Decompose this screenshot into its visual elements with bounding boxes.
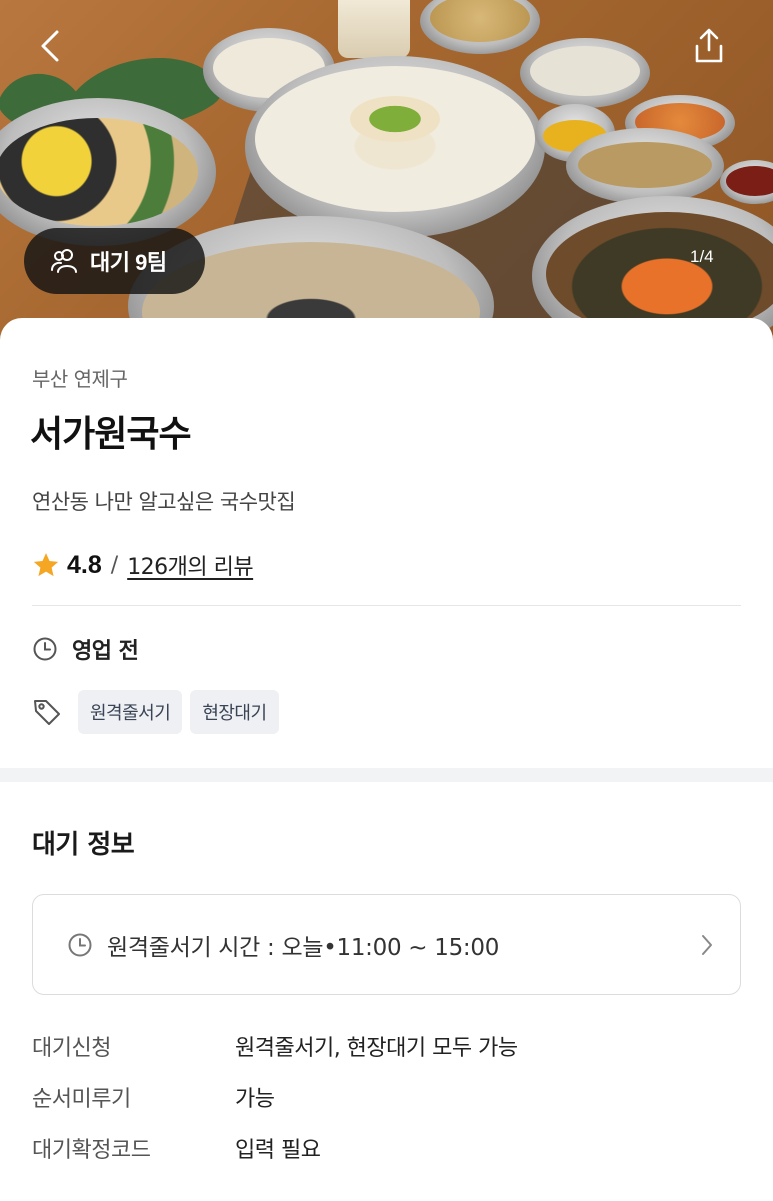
wait-teams-label: 대기 9팀 [90, 250, 167, 275]
service-tags: 원격줄서기 현장대기 [32, 690, 279, 734]
business-status: 영업 전 [32, 633, 139, 665]
rating-score: 4.8 [67, 550, 102, 579]
waiting-info-title: 대기 정보 [32, 830, 135, 860]
share-button[interactable] [688, 24, 730, 68]
section-separator [0, 768, 773, 782]
reviews-link[interactable]: 126개의 리뷰 [127, 549, 253, 581]
remote-queue-time: 원격줄서기 시간 : 오늘•11:00 ~ 15:00 [107, 934, 500, 961]
info-row-postpone: 순서미루기 가능 [32, 1081, 275, 1113]
noodle-side-bowl [520, 38, 650, 108]
back-button[interactable] [30, 26, 70, 66]
red-sauce-dish [720, 160, 773, 204]
rating-row: 4.8 / 126개의 리뷰 [32, 549, 254, 581]
info-key: 대기신청 [32, 1036, 111, 1061]
info-row-confirm-code: 대기확정코드 입력 필요 [32, 1132, 321, 1164]
water-cup [338, 0, 410, 58]
info-value: 가능 [235, 1087, 275, 1112]
store-name: 서가원국수 [30, 414, 192, 455]
tag-onsite-wait: 현장대기 [190, 690, 279, 734]
share-icon [695, 28, 723, 63]
store-info-sheet: 부산 연제구 서가원국수 연산동 나만 알고싶은 국수맛집 4.8 / 126개… [0, 318, 773, 768]
soybean-bowl [420, 0, 540, 54]
image-pager: 1/4 [690, 247, 714, 266]
info-key: 대기확정코드 [32, 1138, 151, 1163]
store-region: 부산 연제구 [32, 367, 128, 391]
kongguksu-bowl [245, 56, 545, 238]
chevron-right-icon [702, 935, 712, 955]
chevron-left-icon [41, 30, 59, 62]
info-key: 순서미루기 [32, 1087, 131, 1112]
tag-icon [34, 700, 60, 725]
store-description: 연산동 나만 알고싶은 국수맛집 [32, 490, 296, 514]
info-value: 입력 필요 [235, 1138, 321, 1163]
tag-remote-queue: 원격줄서기 [78, 690, 183, 734]
bibim-noodle-bowl [0, 98, 216, 246]
wait-teams-badge: 대기 9팀 [24, 228, 205, 294]
business-status-label: 영업 전 [72, 639, 139, 664]
remote-queue-time-card[interactable]: 원격줄서기 시간 : 오늘•11:00 ~ 15:00 [32, 894, 741, 995]
hero-photo[interactable]: 대기 9팀 1/4 [0, 0, 773, 345]
info-row-wait-request: 대기신청 원격줄서기, 현장대기 모두 가능 [32, 1030, 518, 1062]
star-icon [33, 553, 59, 577]
clock-icon [68, 933, 92, 956]
divider [32, 605, 741, 606]
broth-bowl [566, 128, 724, 204]
info-value: 원격줄서기, 현장대기 모두 가능 [235, 1036, 518, 1061]
rating-separator: / [110, 552, 119, 578]
clock-icon [33, 637, 57, 661]
people-icon [51, 249, 77, 273]
